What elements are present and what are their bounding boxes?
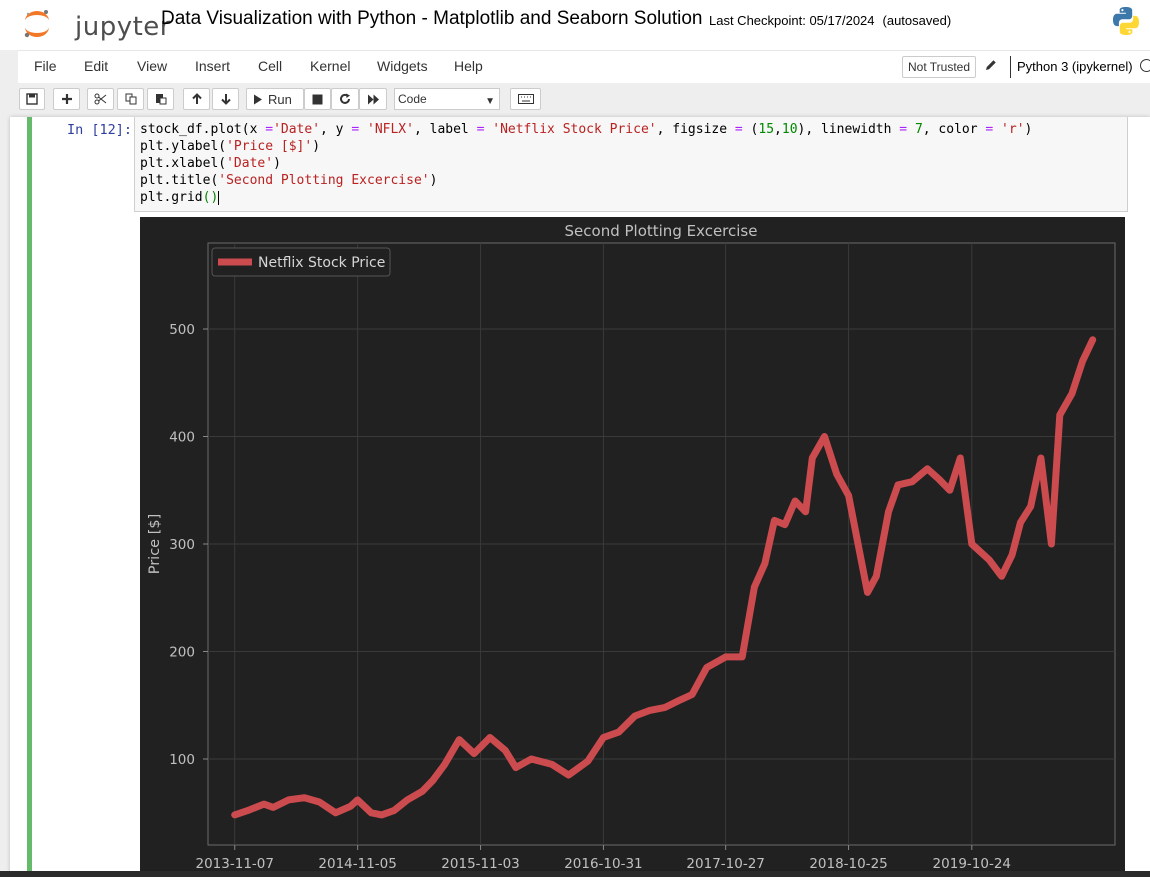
kernel-name[interactable]: Python 3 (ipykernel) (1017, 59, 1133, 74)
text-cursor (218, 190, 220, 205)
save-icon (26, 93, 38, 105)
notebook-container: In [12]: stock_df.plot(x ='Date', y = 'N… (10, 117, 1150, 877)
cut-button[interactable] (87, 88, 114, 110)
menu-insert[interactable]: Insert (195, 58, 230, 74)
notebook-header: jupyter Data Visualization with Python -… (0, 0, 1150, 50)
menu-widgets[interactable]: Widgets (377, 58, 428, 74)
checkpoint-status: Last Checkpoint: 05/17/2024 (autosaved) (709, 13, 951, 28)
keyboard-icon (517, 94, 534, 104)
x-tick-label: 2017-10-27 (686, 856, 764, 872)
kernel-status-icon (1140, 59, 1150, 72)
last-checkpoint: Last Checkpoint: 05/17/2024 (709, 13, 875, 28)
menu-cell[interactable]: Cell (258, 58, 282, 74)
code-line: plt.ylabel('Price [$]') (140, 139, 321, 154)
cell-output: 2013-11-07 2014-11-05 2015-11-03 2016-10-31… (140, 217, 1125, 877)
kernel-divider (1010, 56, 1011, 78)
plus-icon (61, 94, 72, 104)
y-tick-label: 200 (169, 645, 195, 661)
x-tick-label: 2014-11-05 (318, 856, 396, 872)
jupyter-wordmark: jupyter (75, 12, 171, 42)
paste-button[interactable] (147, 88, 174, 110)
chart-title: Second Plotting Excercise (565, 222, 758, 240)
restart-run-all-button[interactable] (359, 88, 387, 110)
menu-view[interactable]: View (137, 58, 167, 74)
autosave-status: (autosaved) (882, 13, 952, 28)
move-up-button[interactable] (183, 88, 210, 110)
code-line: plt.title('Second Plotting Excercise') (140, 173, 438, 188)
code-editor[interactable]: stock_df.plot(x ='Date', y = 'NFLX', lab… (134, 117, 1128, 212)
menu-file[interactable]: File (34, 58, 57, 74)
copy-icon (125, 93, 136, 105)
y-tick-label: 100 (169, 752, 195, 768)
notebook-title[interactable]: Data Visualization with Python - Matplot… (161, 8, 702, 30)
pencil-icon[interactable] (984, 58, 998, 72)
arrow-up-icon (191, 93, 202, 104)
paste-icon (155, 94, 166, 105)
insert-cell-button[interactable] (53, 88, 80, 110)
arrow-down-icon (220, 94, 231, 105)
restart-icon (340, 93, 350, 104)
scissors-icon (94, 93, 107, 105)
legend: Netflix Stock Price (211, 247, 391, 277)
run-label: Run (268, 91, 292, 107)
python-logo-icon (1113, 7, 1139, 35)
x-tick-label: 2016-10-31 (564, 856, 642, 872)
code-line: plt.grid() (140, 190, 220, 205)
save-button[interactable] (19, 88, 45, 110)
command-palette-button[interactable] (510, 88, 541, 110)
code-line: stock_df.plot(x ='Date', y = 'NFLX', lab… (140, 122, 1033, 137)
toolbar: Run Code ▼ (0, 83, 1150, 117)
play-icon (254, 94, 262, 104)
trust-status-button[interactable]: Not Trusted (902, 56, 977, 78)
chevron-down-icon: ▼ (485, 96, 495, 107)
menu-kernel[interactable]: Kernel (310, 58, 350, 74)
cell-type-value: Code (398, 92, 427, 106)
fast-forward-icon (367, 94, 379, 104)
menu-edit[interactable]: Edit (84, 58, 108, 74)
stock-line-chart: 2013-11-07 2014-11-05 2015-11-03 2016-10-31… (140, 217, 1125, 877)
x-tick-label: 2013-11-07 (196, 856, 274, 872)
cell-type-select[interactable]: Code ▼ (394, 88, 500, 110)
copy-button[interactable] (117, 88, 144, 110)
bottom-scroll-strip (0, 871, 1150, 877)
y-tick-label: 300 (169, 537, 195, 553)
y-tick-label: 400 (169, 430, 195, 446)
x-tick-label: 2018-10-25 (809, 856, 887, 872)
legend-label: Netflix Stock Price (258, 255, 385, 271)
stop-icon (312, 94, 323, 104)
menu-help[interactable]: Help (454, 58, 483, 74)
jupyter-logo[interactable]: jupyter (20, 5, 170, 42)
code-line: plt.xlabel('Date') (140, 156, 281, 171)
jupyter-icon (24, 10, 49, 38)
y-axis-label: Price [$] (147, 514, 163, 575)
restart-button[interactable] (331, 88, 359, 110)
interrupt-button[interactable] (304, 88, 331, 110)
selected-cell-indicator (27, 117, 32, 877)
menu-bar: File Edit View Insert Cell Kernel Widget… (18, 50, 1150, 84)
input-prompt: In [12]: (67, 122, 133, 138)
move-down-button[interactable] (212, 88, 239, 110)
run-button[interactable]: Run (246, 88, 304, 110)
x-tick-label: 2019-10-24 (933, 856, 1011, 872)
x-tick-label: 2015-11-03 (441, 856, 519, 872)
y-tick-label: 500 (169, 322, 195, 338)
